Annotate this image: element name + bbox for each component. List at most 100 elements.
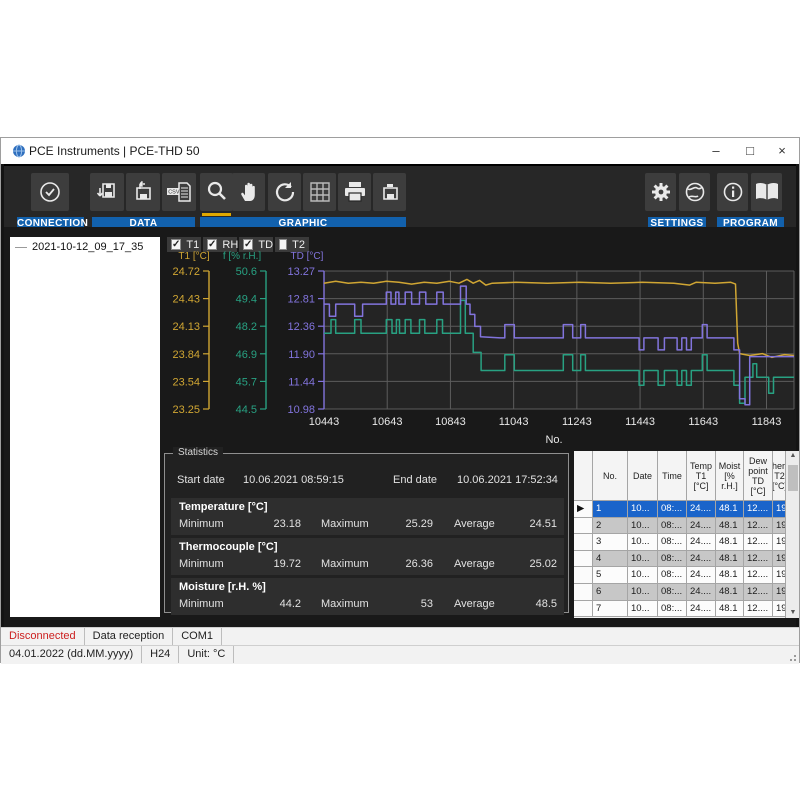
column-header-0[interactable]: No. [593,451,628,501]
minimum-label: Minimum [179,598,224,610]
cell-4: 12.... [744,601,773,618]
svg-text:48.2: 48.2 [236,321,257,333]
app-icon [12,144,26,158]
svg-text:44.5: 44.5 [236,404,257,416]
cell-3: 48.1 [716,584,744,601]
maximum-value: 53 [388,598,433,610]
cell-4: 12.... [744,534,773,551]
axis-title-1: f [% r.H.] [217,251,267,262]
pan-hand-button[interactable] [232,173,265,211]
svg-text:10643: 10643 [372,416,403,428]
svg-text:24.13: 24.13 [172,321,200,333]
cell-2: 24.... [687,518,716,535]
grid-button[interactable] [303,173,336,211]
scrollbar-thumb[interactable] [788,465,798,491]
svg-text:11243: 11243 [562,416,592,428]
series-checkbox-rh[interactable]: ✓RH [203,237,237,252]
cell-0: 10... [628,501,658,518]
cell-4: 12.... [744,501,773,518]
cell-1: 08:... [658,567,687,584]
row-selector-cell [574,567,593,584]
x-axis-labels: 1044310643108431104311243114431164311843… [309,416,782,446]
average-label: Average [454,558,495,570]
app-window: PCE Instruments | PCE-THD 50 – □ × CONNE… [0,137,800,663]
svg-text:23.54: 23.54 [172,376,200,388]
series-checkbox-t2[interactable]: T2 [275,237,309,252]
stat-section-1: Thermocouple [°C]Minimum19.72Maximum26.3… [171,538,564,575]
info-button[interactable] [717,173,748,211]
manual-book-icon [753,181,781,203]
svg-text:10.98: 10.98 [287,404,315,416]
table-row[interactable]: 710...08:...24....48.112....19.... [574,601,785,618]
tree-item-session[interactable]: 2021-10-12_09_17_35 [10,237,160,255]
plot-background [324,271,794,409]
cell-2: 24.... [687,584,716,601]
average-value: 24.51 [512,518,557,530]
connect-check-button[interactable] [31,173,69,211]
statusbar-settings: 04.01.2022 (dd.MM.yyyy)H24Unit: °C [1,645,799,664]
print-button[interactable] [338,173,371,211]
save-data-button[interactable] [90,173,124,211]
column-header-5[interactable]: Dew point TD [°C] [744,451,773,501]
resize-grip[interactable] [787,652,796,661]
load-data-button[interactable] [126,173,160,211]
language-globe-button[interactable] [679,173,710,211]
maximum-value: 25.29 [388,518,433,530]
manual-book-button[interactable] [751,173,782,211]
maximize-button[interactable]: □ [735,140,765,161]
minimum-value: 44.2 [256,598,301,610]
scroll-down-button[interactable]: ▼ [786,609,800,616]
table-row[interactable]: 510...08:...24....48.112....19.... [574,567,785,584]
tree-branch-line [15,247,27,248]
close-button[interactable]: × [767,140,797,161]
svg-text:23.84: 23.84 [172,349,200,361]
cell-0: 10... [628,518,658,535]
svg-text:49.4: 49.4 [236,294,257,306]
column-header-3[interactable]: Temp T1 [°C] [687,451,716,501]
active-tool-underline [202,213,231,216]
statusbar-connection: DisconnectedData receptionCOM1 [1,627,799,645]
cell-0: 10... [628,601,658,618]
svg-text:11843: 11843 [752,416,782,428]
column-header-2[interactable]: Time [658,451,687,501]
minimum-label: Minimum [179,518,224,530]
minimum-value: 23.18 [256,518,301,530]
start-date-value: 10.06.2021 08:59:15 [243,474,343,486]
svg-text:12.81: 12.81 [287,294,315,306]
series-checkbox-td[interactable]: ✓TD [239,237,273,252]
table-scrollbar[interactable]: ▲▼ [785,451,799,618]
cell-4: 12.... [744,551,773,568]
row-selector-cell [574,518,593,535]
export-csv-button[interactable]: CSV [162,173,196,211]
svg-text:10443: 10443 [309,416,340,428]
time-format-status: H24 [142,646,179,663]
table-row[interactable]: 610...08:...24....48.112....19.... [574,584,785,601]
cell-1: 08:... [658,584,687,601]
scroll-up-button[interactable]: ▲ [786,452,800,459]
column-header-4[interactable]: Moist [% r.H.] [716,451,744,501]
save-graphic-button[interactable] [373,173,406,211]
connect-check-icon [37,179,63,205]
checkbox-label: T1 [186,239,199,251]
table-row[interactable]: 310...08:...24....48.112....19.... [574,534,785,551]
svg-text:46.9: 46.9 [236,349,257,361]
minimize-button[interactable]: – [701,140,731,161]
cell-0: 10... [628,551,658,568]
maximum-label: Maximum [321,558,369,570]
column-header-1[interactable]: Date [628,451,658,501]
series-checkbox-t1[interactable]: ✓T1 [167,237,201,252]
checkbox-label: TD [258,239,273,251]
zoom-magnifier-button[interactable] [200,173,233,211]
svg-text:11043: 11043 [499,416,529,428]
unit-status: Unit: °C [179,646,234,663]
cell-no: 1 [593,501,628,518]
table-row[interactable]: 210...08:...24....48.112....19.... [574,518,785,535]
table-row[interactable]: ▶110...08:...24....48.112....19.8 [574,501,785,518]
language-globe-icon [683,180,707,204]
average-label: Average [454,518,495,530]
table-row[interactable]: 410...08:...24....48.112....19.... [574,551,785,568]
reset-rotate-button[interactable] [268,173,301,211]
toolbar: CONNECTIONCSVDATAGRAPHICSETTINGSPROGRAM [4,164,796,227]
gear-button[interactable] [645,173,676,211]
value-axis-1: 50.649.448.246.945.744.5 [236,266,266,416]
